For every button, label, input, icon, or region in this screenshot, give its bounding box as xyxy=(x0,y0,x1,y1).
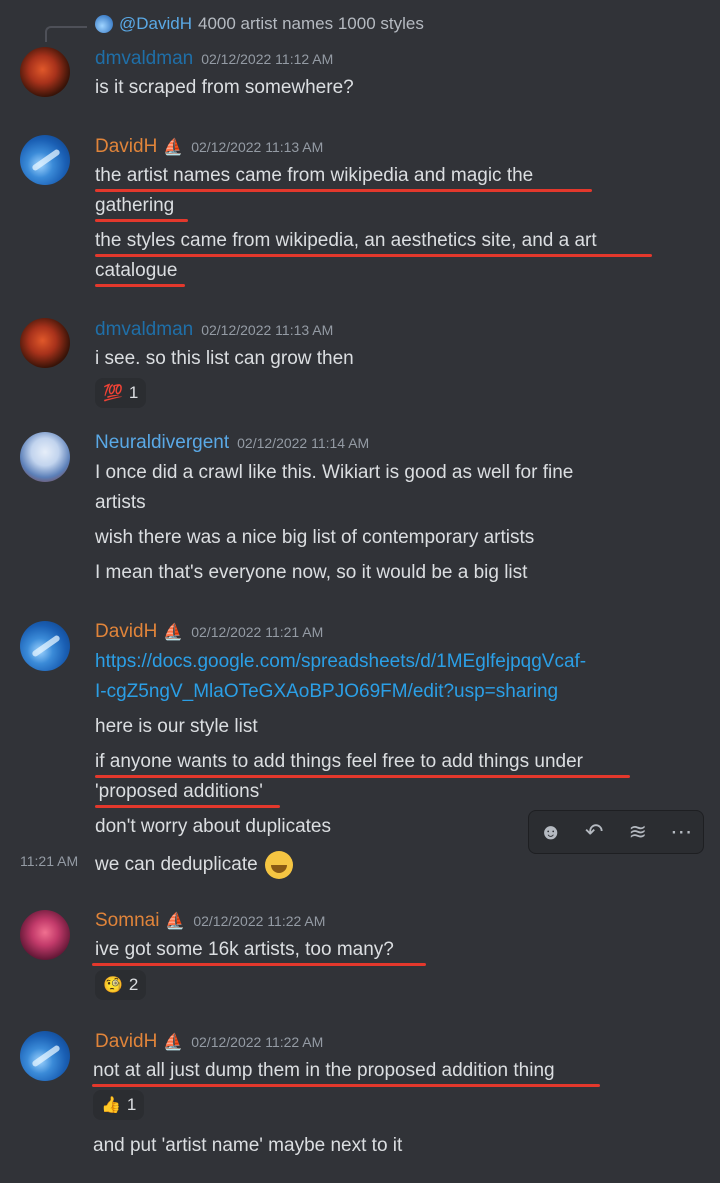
message-text: not at all just dump them in the propose… xyxy=(93,1060,555,1081)
reply-icon[interactable]: ↶ xyxy=(579,817,609,847)
message-text: I mean that's everyone now, so it would … xyxy=(95,562,528,583)
message-header: dmvaldman 02/12/2022 11:13 AM xyxy=(95,319,333,341)
thumbs-up-icon: 👍 xyxy=(101,1097,121,1114)
message-text: here is our style list xyxy=(95,716,258,737)
timestamp: 02/12/2022 11:22 AM xyxy=(191,1034,324,1050)
message-text: we can deduplicate xyxy=(95,851,293,879)
timestamp: 02/12/2022 11:14 AM xyxy=(237,435,370,451)
reaction-count: 1 xyxy=(126,1095,137,1114)
message-header: dmvaldman 02/12/2022 11:12 AM xyxy=(95,48,333,70)
username[interactable]: dmvaldman xyxy=(95,48,193,70)
highlight-underline xyxy=(95,254,652,257)
highlight-underline xyxy=(95,219,188,222)
timestamp: 02/12/2022 11:13 AM xyxy=(191,139,324,155)
thread-icon[interactable]: ≋ xyxy=(623,817,653,847)
message-text: the artist names came from wikipedia and… xyxy=(95,165,534,186)
username[interactable]: DavidH xyxy=(95,136,157,158)
message-text: and put 'artist name' maybe next to it xyxy=(93,1135,403,1156)
message-text: the styles came from wikipedia, an aesth… xyxy=(95,230,597,251)
message-text: is it scraped from somewhere? xyxy=(95,77,354,98)
message-text: ive got some 16k artists, too many? xyxy=(95,939,394,960)
avatar[interactable] xyxy=(20,621,70,671)
message-header: Somnai ⛵ 02/12/2022 11:22 AM xyxy=(95,910,325,932)
message-text: gathering xyxy=(95,195,175,216)
avatar[interactable] xyxy=(20,318,70,368)
grinning-face-icon xyxy=(264,851,293,879)
username[interactable]: DavidH xyxy=(95,1031,157,1053)
message-header: DavidH ⛵ 02/12/2022 11:21 AM xyxy=(95,621,323,643)
hundred-points-icon: 💯 xyxy=(103,385,123,402)
message-header: DavidH ⛵ 02/12/2022 11:22 AM xyxy=(95,1031,323,1053)
message-header: DavidH ⛵ 02/12/2022 11:13 AM xyxy=(95,136,323,158)
avatar[interactable] xyxy=(20,47,70,97)
message-text: artists xyxy=(95,492,146,513)
message-text: i see. so this list can grow then xyxy=(95,348,354,369)
highlight-underline xyxy=(95,189,592,192)
reply-text: 4000 artist names 1000 styles xyxy=(198,14,424,33)
spreadsheet-link[interactable]: https://docs.google.com/spreadsheets/d/1… xyxy=(95,651,586,673)
message-hover-toolbar: ☻ ↶ ≋ ⋯ xyxy=(528,810,704,854)
username[interactable]: dmvaldman xyxy=(95,319,193,341)
timestamp: 02/12/2022 11:21 AM xyxy=(191,624,324,640)
reaction-count: 1 xyxy=(128,383,139,402)
timestamp: 02/12/2022 11:22 AM xyxy=(193,913,326,929)
highlight-underline xyxy=(95,775,630,778)
more-icon[interactable]: ⋯ xyxy=(666,817,696,847)
message-header: Neuraldivergent 02/12/2022 11:14 AM xyxy=(95,432,369,454)
reaction-button[interactable]: 💯 1 xyxy=(95,378,147,408)
timestamp: 02/12/2022 11:12 AM xyxy=(201,51,334,67)
reaction-button[interactable]: 🧐 2 xyxy=(95,970,147,1000)
username[interactable]: DavidH xyxy=(95,621,157,643)
boat-badge-icon: ⛵ xyxy=(163,139,184,156)
message-text: 'proposed additions' xyxy=(95,781,263,802)
avatar[interactable] xyxy=(20,135,70,185)
message-text: I once did a crawl like this. Wikiart is… xyxy=(95,462,574,483)
spreadsheet-link[interactable]: I-cgZ5ngV_MlaOTeGXAoBPJO69FM/edit?usp=sh… xyxy=(95,681,558,703)
reply-preview[interactable]: @DavidH 4000 artist names 1000 styles xyxy=(95,14,424,34)
face-with-monocle-icon: 🧐 xyxy=(103,977,123,994)
reaction-button[interactable]: 👍 1 xyxy=(93,1090,145,1120)
message-text: don't worry about duplicates xyxy=(95,816,331,837)
boat-badge-icon: ⛵ xyxy=(163,1034,184,1051)
message-text: if anyone wants to add things feel free … xyxy=(95,751,583,772)
highlight-underline xyxy=(92,1084,600,1087)
username[interactable]: Somnai xyxy=(95,910,159,932)
message-text-content: we can deduplicate xyxy=(95,854,258,876)
message-text: wish there was a nice big list of contem… xyxy=(95,527,535,548)
highlight-underline xyxy=(92,963,426,966)
message-text: catalogue xyxy=(95,260,178,281)
avatar[interactable] xyxy=(20,1031,70,1081)
reaction-count: 2 xyxy=(128,975,139,994)
boat-badge-icon: ⛵ xyxy=(163,624,184,641)
highlight-underline xyxy=(95,284,185,287)
avatar[interactable] xyxy=(20,910,70,960)
reply-mention[interactable]: @DavidH xyxy=(119,14,192,34)
avatar[interactable] xyxy=(20,432,70,482)
reply-avatar xyxy=(95,15,113,33)
boat-badge-icon: ⛵ xyxy=(165,913,186,930)
highlight-underline xyxy=(95,805,280,808)
timestamp: 02/12/2022 11:13 AM xyxy=(201,322,334,338)
emoji-reaction-icon[interactable]: ☻ xyxy=(536,817,566,847)
hover-timestamp: 11:21 AM xyxy=(20,853,79,869)
reply-connector xyxy=(45,26,87,42)
username[interactable]: Neuraldivergent xyxy=(95,432,229,454)
